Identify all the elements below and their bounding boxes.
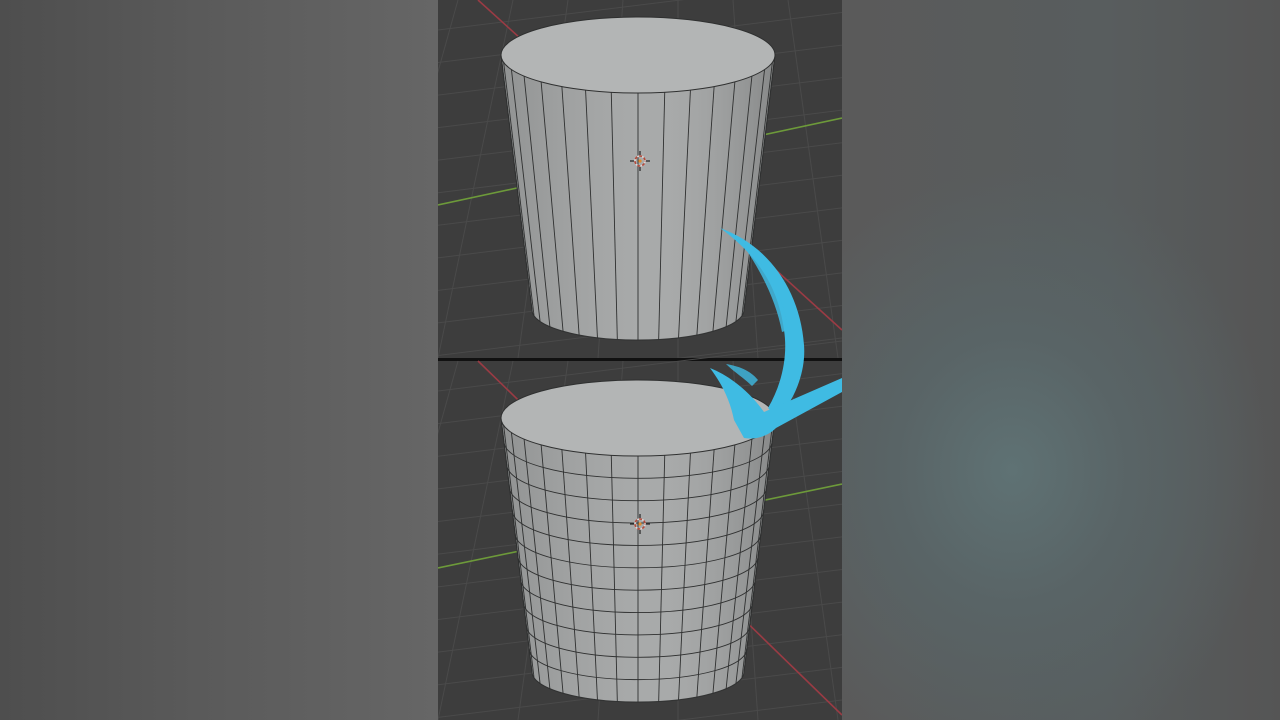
blurred-background-left	[0, 0, 438, 720]
viewport-before[interactable]	[438, 0, 842, 389]
blurred-background-right	[842, 0, 1280, 720]
cylinder-mesh[interactable]	[500, 16, 776, 341]
cylinder-top-cap	[500, 16, 776, 94]
blender-viewport-comparison	[438, 0, 842, 720]
video-frame	[0, 0, 1280, 720]
panel-divider	[438, 358, 842, 361]
cylinder-mesh-subdivided[interactable]	[500, 379, 776, 703]
